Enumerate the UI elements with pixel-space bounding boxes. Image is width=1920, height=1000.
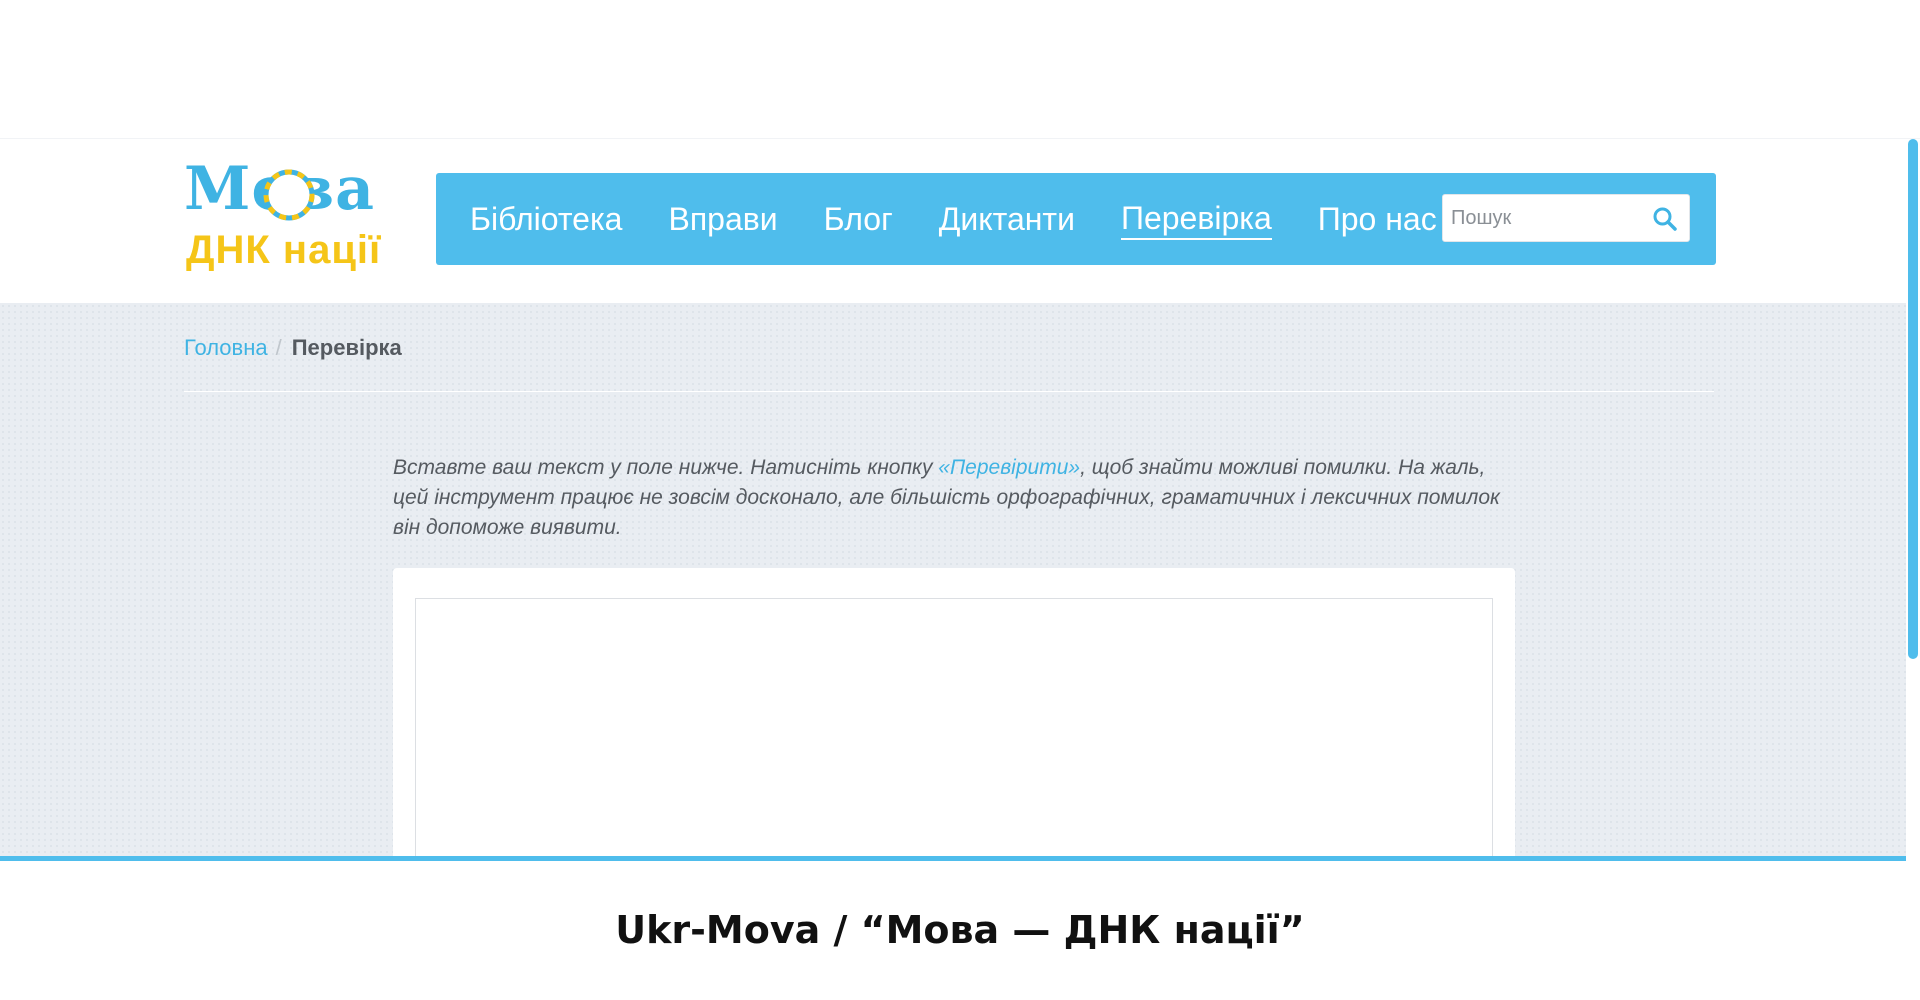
breadcrumb-current: Перевірка (291, 335, 402, 360)
breadcrumb-divider (184, 391, 1714, 392)
image-caption: Ukr-Mova / “Мова — ДНК нації” (615, 908, 1305, 952)
editor-card (393, 568, 1515, 856)
site-logo[interactable]: Мова ДНК нації (184, 154, 396, 272)
nav-item-blog[interactable]: Блог (824, 197, 893, 241)
nav-item-exercises[interactable]: Вправи (668, 197, 777, 241)
check-button-link[interactable]: «Перевірити» (938, 456, 1080, 479)
main-navbar: Бібліотека Вправи Блог Диктанти Перевірк… (436, 173, 1716, 265)
intro-text: Вставте ваш текст у поле нижче. Натисніт… (393, 453, 1513, 543)
nav-item-check[interactable]: Перевірка (1120, 198, 1272, 240)
logo-line-2: ДНК нації (186, 228, 382, 272)
dna-ring-icon (263, 169, 315, 221)
main-content: Головна / Перевірка Вставте ваш текст у … (0, 303, 1906, 856)
bottom-accent-line (0, 856, 1906, 861)
site-header: Мова ДНК нації Бібліотека Вправи Блог Ди… (0, 140, 1906, 303)
breadcrumb: Головна / Перевірка (184, 333, 402, 363)
nav-item-library[interactable]: Бібліотека (470, 197, 622, 241)
breadcrumb-home-link[interactable]: Головна (184, 333, 268, 363)
search-box (1442, 194, 1690, 242)
nav-item-about[interactable]: Про нас (1318, 197, 1437, 241)
nav-list: Бібліотека Вправи Блог Диктанти Перевірк… (470, 173, 1483, 265)
search-icon[interactable] (1651, 205, 1679, 233)
text-input-area[interactable] (415, 598, 1493, 856)
breadcrumb-separator: / (275, 335, 282, 360)
top-blank-band (0, 0, 1920, 139)
nav-item-dictations[interactable]: Диктанти (939, 197, 1075, 241)
intro-text-part-1: Вставте ваш текст у поле нижче. Натисніт… (393, 456, 939, 479)
search-input[interactable] (1451, 203, 1641, 233)
scrollbar-thumb[interactable] (1908, 139, 1918, 659)
page-scrollbar[interactable] (1906, 139, 1920, 1000)
